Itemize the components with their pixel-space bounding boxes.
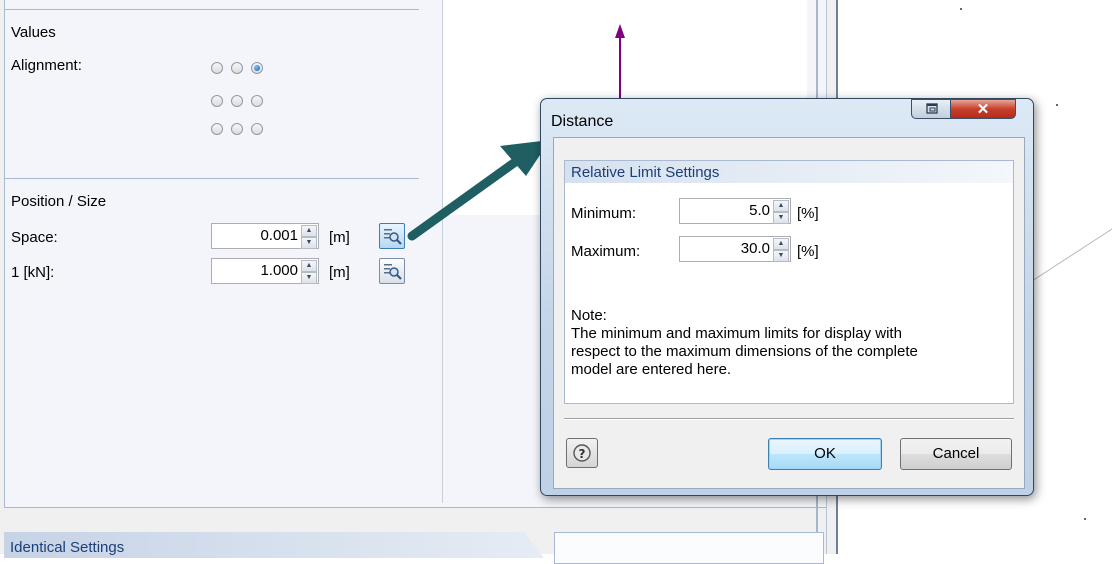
relative-limit-header: Relative Limit Settings xyxy=(565,161,1013,183)
space-spinner[interactable]: ▲ ▼ xyxy=(301,225,317,249)
position-rule xyxy=(5,178,419,179)
model-view-dot xyxy=(1084,518,1086,520)
maximum-value: 30.0 xyxy=(740,240,770,257)
spin-down-icon[interactable]: ▼ xyxy=(773,250,789,262)
spin-up-icon[interactable]: ▲ xyxy=(301,260,317,272)
kn-spinner[interactable]: ▲ ▼ xyxy=(301,260,317,284)
close-button[interactable]: ✕ xyxy=(950,99,1016,119)
spin-down-icon[interactable]: ▼ xyxy=(301,272,317,284)
maximum-input[interactable]: 30.0 ▲ ▼ xyxy=(679,236,791,262)
space-unit: [m] xyxy=(329,229,350,246)
identical-settings-label: Identical Settings xyxy=(10,539,125,556)
help-icon: ? xyxy=(573,444,591,462)
magnifier-icon xyxy=(384,264,402,280)
inner-divider xyxy=(442,0,443,503)
top-rule xyxy=(5,9,419,10)
restore-icon xyxy=(926,103,938,114)
alignment-top-left-radio[interactable] xyxy=(211,62,223,74)
alignment-bottom-left-radio[interactable] xyxy=(211,123,223,135)
dialog-body: Relative Limit Settings Minimum: 5.0 ▲ ▼… xyxy=(553,137,1025,489)
identical-settings-box xyxy=(554,532,824,564)
dialog-separator xyxy=(564,418,1014,420)
minimum-spinner[interactable]: ▲ ▼ xyxy=(773,200,789,224)
maximum-unit: [%] xyxy=(797,243,819,260)
spin-up-icon[interactable]: ▲ xyxy=(301,225,317,237)
restore-button[interactable] xyxy=(911,99,951,119)
position-size-heading: Position / Size xyxy=(11,193,107,210)
distance-dialog: Distance ✕ Relative Limit Settings Minim… xyxy=(540,98,1034,496)
note-line: respect to the maximum dimensions of the… xyxy=(571,343,918,360)
kn-pick-button[interactable] xyxy=(379,258,405,284)
identical-settings-section[interactable]: Identical Settings xyxy=(4,532,544,558)
kn-value: 1.000 xyxy=(260,262,298,279)
alignment-label: Alignment: xyxy=(11,57,82,74)
spin-up-icon[interactable]: ▲ xyxy=(773,200,789,212)
maximum-label: Maximum: xyxy=(571,243,641,260)
space-label: Space: xyxy=(11,229,58,246)
alignment-middle-right-radio[interactable] xyxy=(251,95,263,107)
kn-label: 1 [kN]: xyxy=(11,264,55,281)
cancel-button[interactable]: Cancel xyxy=(900,438,1012,470)
spin-down-icon[interactable]: ▼ xyxy=(301,237,317,249)
help-button[interactable]: ? xyxy=(566,438,598,468)
relative-limit-title: Relative Limit Settings xyxy=(571,164,720,181)
axis-arrow-icon xyxy=(615,24,625,102)
alignment-middle-left-radio[interactable] xyxy=(211,95,223,107)
spin-down-icon[interactable]: ▼ xyxy=(773,212,789,224)
minimum-label: Minimum: xyxy=(571,205,637,222)
minimum-input[interactable]: 5.0 ▲ ▼ xyxy=(679,198,791,224)
ok-button[interactable]: OK xyxy=(768,438,882,470)
close-icon: ✕ xyxy=(976,101,990,118)
svg-text:?: ? xyxy=(579,447,586,461)
model-view-dot xyxy=(1056,104,1058,106)
alignment-top-right-radio[interactable] xyxy=(251,62,263,74)
dialog-title: Distance xyxy=(551,113,614,130)
space-input[interactable]: 0.001 ▲ ▼ xyxy=(211,223,319,249)
values-heading: Values xyxy=(11,24,56,41)
relative-limit-group: Relative Limit Settings Minimum: 5.0 ▲ ▼… xyxy=(564,160,1014,404)
maximum-spinner[interactable]: ▲ ▼ xyxy=(773,238,789,262)
kn-unit: [m] xyxy=(329,264,350,281)
spin-up-icon[interactable]: ▲ xyxy=(773,238,789,250)
note-line: model are entered here. xyxy=(571,361,732,378)
model-view-member-line xyxy=(1031,228,1112,282)
kn-input[interactable]: 1.000 ▲ ▼ xyxy=(211,258,319,284)
minimum-value: 5.0 xyxy=(749,202,770,219)
model-view-dot xyxy=(960,8,962,10)
note-heading: Note: xyxy=(571,307,607,324)
alignment-middle-center-radio[interactable] xyxy=(231,95,243,107)
alignment-bottom-center-radio[interactable] xyxy=(231,123,243,135)
callout-arrow-icon xyxy=(407,140,550,241)
space-value: 0.001 xyxy=(260,227,298,244)
note-line: The minimum and maximum limits for displ… xyxy=(571,325,902,342)
alignment-bottom-right-radio[interactable] xyxy=(251,123,263,135)
minimum-unit: [%] xyxy=(797,205,819,222)
alignment-top-center-radio[interactable] xyxy=(231,62,243,74)
